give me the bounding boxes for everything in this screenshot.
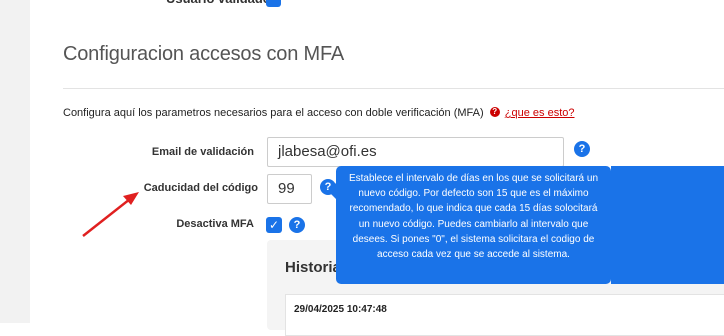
- annotation-arrow: [82, 192, 139, 237]
